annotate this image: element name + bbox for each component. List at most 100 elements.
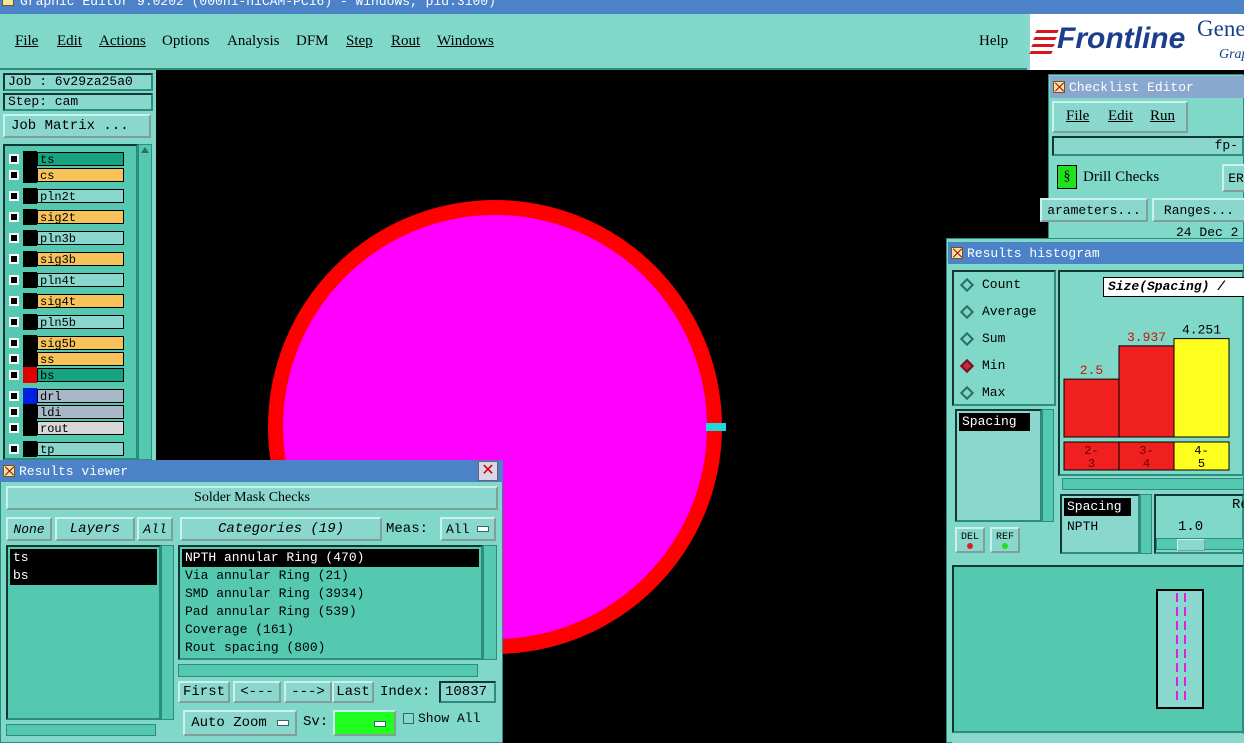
checklist-menu-file[interactable]: File (1066, 108, 1089, 125)
layer-row-pln4t[interactable]: pln4t (7, 272, 124, 288)
layer-row-cs[interactable]: cs (7, 167, 124, 183)
layer-result-list[interactable]: ts bs (6, 545, 161, 720)
histogram-bar[interactable] (1063, 378, 1120, 438)
results-viewer-titlebar[interactable]: Results viewer (0, 460, 503, 482)
last-button[interactable]: Last (332, 681, 374, 703)
histogram-list-scrollbar[interactable] (1042, 409, 1054, 522)
layer-row-drl[interactable]: drl (7, 388, 124, 404)
menu-edit[interactable]: Edit (57, 33, 82, 50)
layer-row-pln5b[interactable]: pln5b (7, 314, 124, 330)
layer-checkbox[interactable] (9, 391, 19, 401)
del-button[interactable]: DEL (955, 527, 985, 553)
layer-checkbox[interactable] (9, 423, 19, 433)
menu-rout[interactable]: Rout (391, 33, 420, 50)
next-button[interactable]: ---> (284, 681, 332, 703)
layer-checkbox[interactable] (9, 370, 19, 380)
ranges-button[interactable]: Ranges... (1152, 198, 1244, 222)
layer-row-pln2t[interactable]: pln2t (7, 188, 124, 204)
layers-button[interactable]: Layers (55, 517, 135, 541)
layer-scroll-up-icon[interactable] (141, 147, 149, 153)
category-item[interactable]: SMD annular Ring (3934) (182, 585, 479, 603)
layer-checkbox[interactable] (9, 254, 19, 264)
prev-button[interactable]: <--- (233, 681, 281, 703)
menu-dfm[interactable]: DFM (296, 33, 329, 50)
menu-file[interactable]: File (15, 33, 38, 50)
layer-row-ts[interactable]: ts (7, 151, 124, 167)
histogram-option-sum[interactable]: Sum (959, 331, 1005, 346)
job-matrix-button[interactable]: Job Matrix ... (3, 114, 151, 138)
menu-windows[interactable]: Windows (437, 33, 494, 50)
category-item[interactable]: Pad annular Ring (539) (182, 603, 479, 621)
layer-row-sig5b[interactable]: sig5b (7, 335, 124, 351)
layer-checkbox[interactable] (9, 338, 19, 348)
checklist-titlebar[interactable]: Checklist Editor (1050, 76, 1244, 98)
er-button[interactable]: ER (1222, 164, 1244, 192)
window-menu-icon[interactable] (1053, 81, 1065, 93)
menu-analysis[interactable]: Analysis (227, 33, 280, 50)
histogram-option-average[interactable]: Average (959, 304, 1037, 319)
histogram-bar[interactable] (1118, 345, 1175, 438)
layer-row-sig3b[interactable]: sig3b (7, 251, 124, 267)
meas-select[interactable]: All (440, 517, 496, 541)
histogram-option-min[interactable]: Min (959, 358, 1005, 373)
category-scrollbar[interactable] (483, 545, 497, 660)
layer-row-tp[interactable]: tp (7, 441, 124, 457)
layer-row-sig4t[interactable]: sig4t (7, 293, 124, 309)
categories-button[interactable]: Categories (19) (180, 517, 382, 541)
range-slider-thumb[interactable] (1177, 539, 1205, 551)
category-list[interactable]: NPTH annular Ring (470) Via annular Ring … (178, 545, 483, 660)
histogram-hscrollbar[interactable] (1062, 478, 1244, 490)
histogram-option-count[interactable]: Count (959, 277, 1021, 292)
category-hscrollbar[interactable] (178, 664, 478, 677)
close-icon[interactable]: ✕ (478, 461, 498, 481)
sv-color-select[interactable] (333, 710, 396, 736)
layer-row-sig2t[interactable]: sig2t (7, 209, 124, 225)
layer-row-bs[interactable]: bs (7, 367, 124, 383)
histogram-list-spacing[interactable]: Spacing (959, 413, 1030, 431)
layer-checkbox[interactable] (9, 191, 19, 201)
histogram-bar[interactable] (1173, 338, 1230, 438)
menu-options[interactable]: Options (162, 33, 210, 50)
layer-result-bs[interactable]: bs (10, 567, 157, 585)
checklist-menu-edit[interactable]: Edit (1108, 108, 1133, 125)
layer-checkbox[interactable] (9, 317, 19, 327)
histogram-titlebar[interactable]: Results histogram (948, 242, 1244, 264)
category-item[interactable]: NPTH annular Ring (470) (182, 549, 479, 567)
index-input[interactable]: 10837 (439, 681, 496, 703)
layer-checkbox[interactable] (9, 296, 19, 306)
layer-row-ldi[interactable]: ldi (7, 404, 124, 420)
layer-list-scrollbar[interactable] (138, 144, 152, 460)
auto-zoom-select[interactable]: Auto Zoom (183, 710, 297, 736)
layer-checkbox[interactable] (9, 233, 19, 243)
layer-row-rout[interactable]: rout (7, 420, 124, 436)
layer-checkbox[interactable] (9, 275, 19, 285)
window-menu-icon[interactable] (3, 465, 15, 477)
all-layers-button[interactable]: All (137, 517, 173, 541)
parameters-button[interactable]: arameters... (1040, 198, 1148, 222)
layer-checkbox[interactable] (9, 407, 19, 417)
layer-result-hscrollbar[interactable] (6, 724, 156, 736)
ref-button[interactable]: REF (990, 527, 1020, 553)
layer-checkbox[interactable] (9, 212, 19, 222)
range-slider[interactable] (1156, 538, 1244, 551)
category-item[interactable]: Via annular Ring (21) (182, 567, 479, 585)
first-button[interactable]: First (178, 681, 230, 703)
layer-result-ts[interactable]: ts (10, 549, 157, 567)
checklist-menu-run[interactable]: Run (1150, 108, 1175, 125)
layer-checkbox[interactable] (9, 444, 19, 454)
show-all-checkbox[interactable] (403, 713, 414, 724)
layer-row-pln3b[interactable]: pln3b (7, 230, 124, 246)
menu-help[interactable]: Help (979, 33, 1008, 50)
category-item[interactable]: Coverage (161) (182, 621, 479, 639)
histogram-option-max[interactable]: Max (959, 385, 1005, 400)
layer-checkbox[interactable] (9, 154, 19, 164)
layer-row-ss[interactable]: ss (7, 351, 124, 367)
window-menu-icon[interactable] (951, 247, 963, 259)
menu-actions[interactable]: Actions (99, 33, 146, 50)
none-button[interactable]: None (6, 517, 52, 541)
spacing-scrollbar[interactable] (1140, 494, 1152, 554)
category-item[interactable]: Rout spacing (800) (182, 639, 479, 657)
layer-checkbox[interactable] (9, 170, 19, 180)
layer-result-scrollbar[interactable] (161, 545, 174, 720)
layer-checkbox[interactable] (9, 354, 19, 364)
